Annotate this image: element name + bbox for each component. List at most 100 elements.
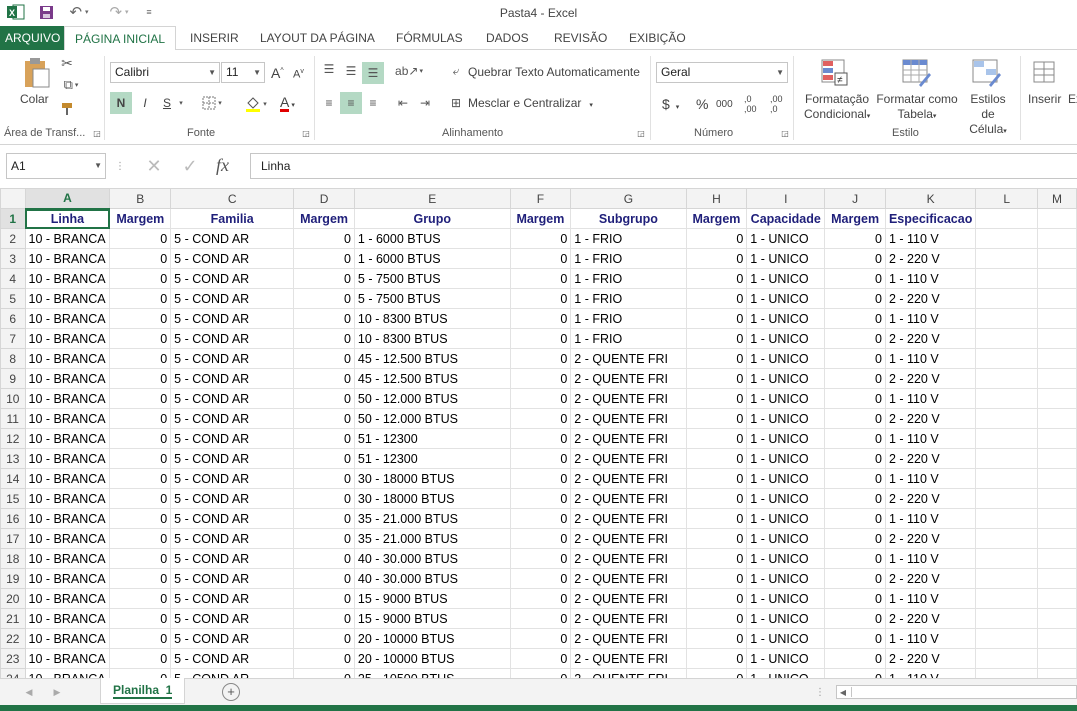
cell[interactable]: 0	[293, 648, 355, 669]
cell[interactable]: 0	[685, 508, 748, 529]
bold-button[interactable]: N	[110, 92, 132, 114]
empty-cell[interactable]	[1037, 448, 1077, 469]
row-header[interactable]: 23	[0, 648, 26, 669]
cell[interactable]: 1 - UNICO	[746, 468, 826, 489]
cell[interactable]: 0	[509, 388, 572, 409]
cell[interactable]: 5 - COND AR	[170, 228, 295, 249]
header-cell[interactable]: Margem	[109, 208, 172, 229]
cell[interactable]: 0	[509, 568, 572, 589]
empty-cell[interactable]	[975, 568, 1039, 589]
cell[interactable]: 0	[109, 288, 172, 309]
currency-button[interactable]: $ ▾	[662, 96, 679, 112]
tab-home[interactable]: PÁGINA INICIAL	[64, 26, 177, 51]
tab-formulas[interactable]: FÓRMULAS	[392, 26, 467, 50]
conditional-format-icon[interactable]: ≠	[818, 56, 850, 88]
align-top-icon[interactable]: ☰	[320, 60, 338, 78]
cell[interactable]: 40 - 30.000 BTUS	[353, 568, 511, 589]
paste-button[interactable]: Colar	[20, 92, 49, 106]
row-header[interactable]: 5	[0, 288, 26, 309]
cell[interactable]: 2 - QUENTE FRI	[570, 588, 687, 609]
cell[interactable]: 0	[293, 588, 355, 609]
copy-icon[interactable]: ⧉ ▾	[58, 76, 84, 94]
cell[interactable]: 0	[109, 528, 172, 549]
cell[interactable]: 0	[509, 328, 572, 349]
cell[interactable]: 0	[293, 628, 355, 649]
cell[interactable]: 0	[509, 488, 572, 509]
cell[interactable]: 10 - BRANCA	[24, 588, 111, 609]
empty-cell[interactable]	[1037, 288, 1077, 309]
cell[interactable]: 2 - QUENTE FRI	[570, 408, 687, 429]
cell[interactable]: 10 - BRANCA	[24, 388, 111, 409]
cell[interactable]: 0	[824, 448, 886, 469]
cell[interactable]: 0	[509, 468, 572, 489]
cell[interactable]: 0	[685, 668, 748, 678]
empty-cell[interactable]	[975, 248, 1039, 269]
cell[interactable]: 10 - 8300 BTUS	[353, 308, 511, 329]
cell[interactable]: 0	[685, 628, 748, 649]
cell[interactable]: 0	[685, 548, 748, 569]
cell[interactable]: 0	[509, 528, 572, 549]
cell[interactable]: 1 - UNICO	[746, 428, 826, 449]
cell[interactable]: 0	[293, 288, 355, 309]
cell[interactable]: 5 - COND AR	[170, 288, 295, 309]
cell[interactable]: 0	[509, 508, 572, 529]
cell[interactable]: 10 - BRANCA	[24, 448, 111, 469]
cell[interactable]: 10 - BRANCA	[24, 548, 111, 569]
cell[interactable]: 0	[685, 268, 748, 289]
cell[interactable]: 0	[293, 468, 355, 489]
cell[interactable]: 0	[685, 468, 748, 489]
cell[interactable]: 15 - 9000 BTUS	[353, 608, 511, 629]
column-header-k[interactable]: K	[884, 188, 977, 209]
cell[interactable]: 0	[685, 428, 748, 449]
cell[interactable]: 1 - FRIO	[570, 228, 687, 249]
cell[interactable]: 1 - UNICO	[746, 328, 826, 349]
cell[interactable]: 1 - 110 V	[884, 228, 977, 249]
cell[interactable]: 0	[509, 308, 572, 329]
row-header[interactable]: 15	[0, 488, 26, 509]
cell[interactable]: 0	[293, 308, 355, 329]
empty-cell[interactable]	[975, 328, 1039, 349]
formula-input[interactable]: Linha	[250, 153, 1077, 179]
cell[interactable]: 10 - BRANCA	[24, 408, 111, 429]
cell[interactable]: 10 - BRANCA	[24, 648, 111, 669]
cell[interactable]: 0	[824, 308, 886, 329]
cell[interactable]: 0	[824, 288, 886, 309]
cell[interactable]: 2 - QUENTE FRI	[570, 548, 687, 569]
alignment-launcher-icon[interactable]: ◲	[636, 128, 646, 138]
cell[interactable]: 0	[109, 668, 172, 678]
scroll-right-icon[interactable]: ▶	[50, 685, 64, 699]
font-name-select[interactable]: Calibri ▼	[110, 62, 220, 83]
empty-cell[interactable]	[975, 628, 1039, 649]
cell[interactable]: 1 - UNICO	[746, 288, 826, 309]
align-right-icon[interactable]: ≡	[364, 92, 382, 114]
cell[interactable]: 0	[685, 348, 748, 369]
cell[interactable]: 2 - QUENTE FRI	[570, 568, 687, 589]
format-painter-icon[interactable]	[58, 100, 76, 118]
cell[interactable]: 5 - COND AR	[170, 668, 295, 678]
cell[interactable]: 5 - COND AR	[170, 508, 295, 529]
cell[interactable]: 45 - 12.500 BTUS	[353, 368, 511, 389]
cell[interactable]: 0	[509, 588, 572, 609]
empty-cell[interactable]	[1037, 508, 1077, 529]
cell[interactable]: 0	[824, 668, 886, 678]
merge-center-button[interactable]: Mesclar e Centralizar ▾	[468, 96, 593, 110]
empty-cell[interactable]	[1037, 468, 1077, 489]
row-header[interactable]: 12	[0, 428, 26, 449]
column-header-d[interactable]: D	[293, 188, 355, 209]
tab-insert[interactable]: INSERIR	[186, 26, 243, 50]
header-cell[interactable]: Margem	[293, 208, 355, 229]
cell[interactable]: 0	[109, 428, 172, 449]
cell[interactable]: 0	[109, 228, 172, 249]
paste-icon[interactable]	[20, 56, 52, 90]
cell[interactable]: 0	[293, 608, 355, 629]
cell[interactable]: 2 - 220 V	[884, 568, 977, 589]
cell[interactable]: 0	[824, 268, 886, 289]
cell[interactable]: 0	[824, 548, 886, 569]
conditional-format-button[interactable]: Formatação Condicional▾	[804, 92, 870, 124]
cell[interactable]: 0	[109, 468, 172, 489]
cell[interactable]: 0	[824, 568, 886, 589]
empty-cell[interactable]	[1037, 528, 1077, 549]
cell[interactable]: 0	[685, 388, 748, 409]
cell[interactable]: 1 - FRIO	[570, 248, 687, 269]
cell[interactable]: 1 - UNICO	[746, 408, 826, 429]
